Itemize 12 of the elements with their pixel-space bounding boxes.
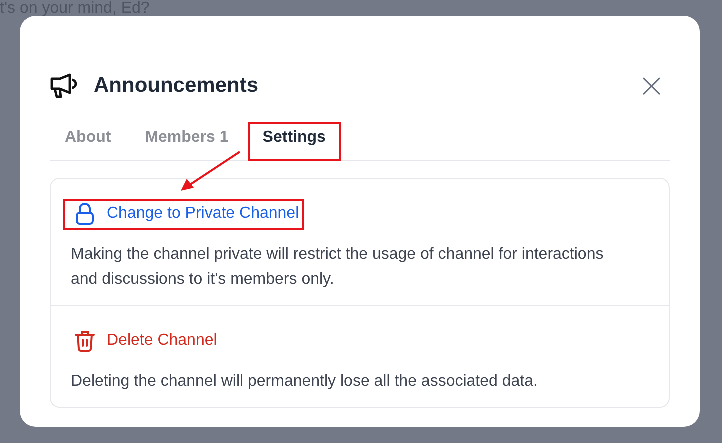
close-button[interactable]: × bbox=[634, 72, 670, 100]
trash-icon bbox=[75, 330, 95, 352]
option-description: Making the channel private will restrict the usage of channel for interactions and discussions to it's members only. bbox=[71, 245, 605, 290]
tab[interactable]: Members 1 bbox=[130, 122, 244, 161]
dialog-title: Announcements bbox=[94, 74, 259, 98]
tab[interactable]: About bbox=[50, 122, 126, 161]
option-description: Deleting the channel will permanently lose all the associated data. bbox=[71, 372, 539, 392]
tab[interactable]: Settings bbox=[248, 122, 341, 161]
action-link[interactable]: Change to Private Channel bbox=[65, 201, 302, 228]
lock-icon bbox=[75, 203, 95, 225]
megaphone-icon bbox=[50, 73, 78, 99]
action-link[interactable]: Delete Channel bbox=[65, 328, 220, 355]
